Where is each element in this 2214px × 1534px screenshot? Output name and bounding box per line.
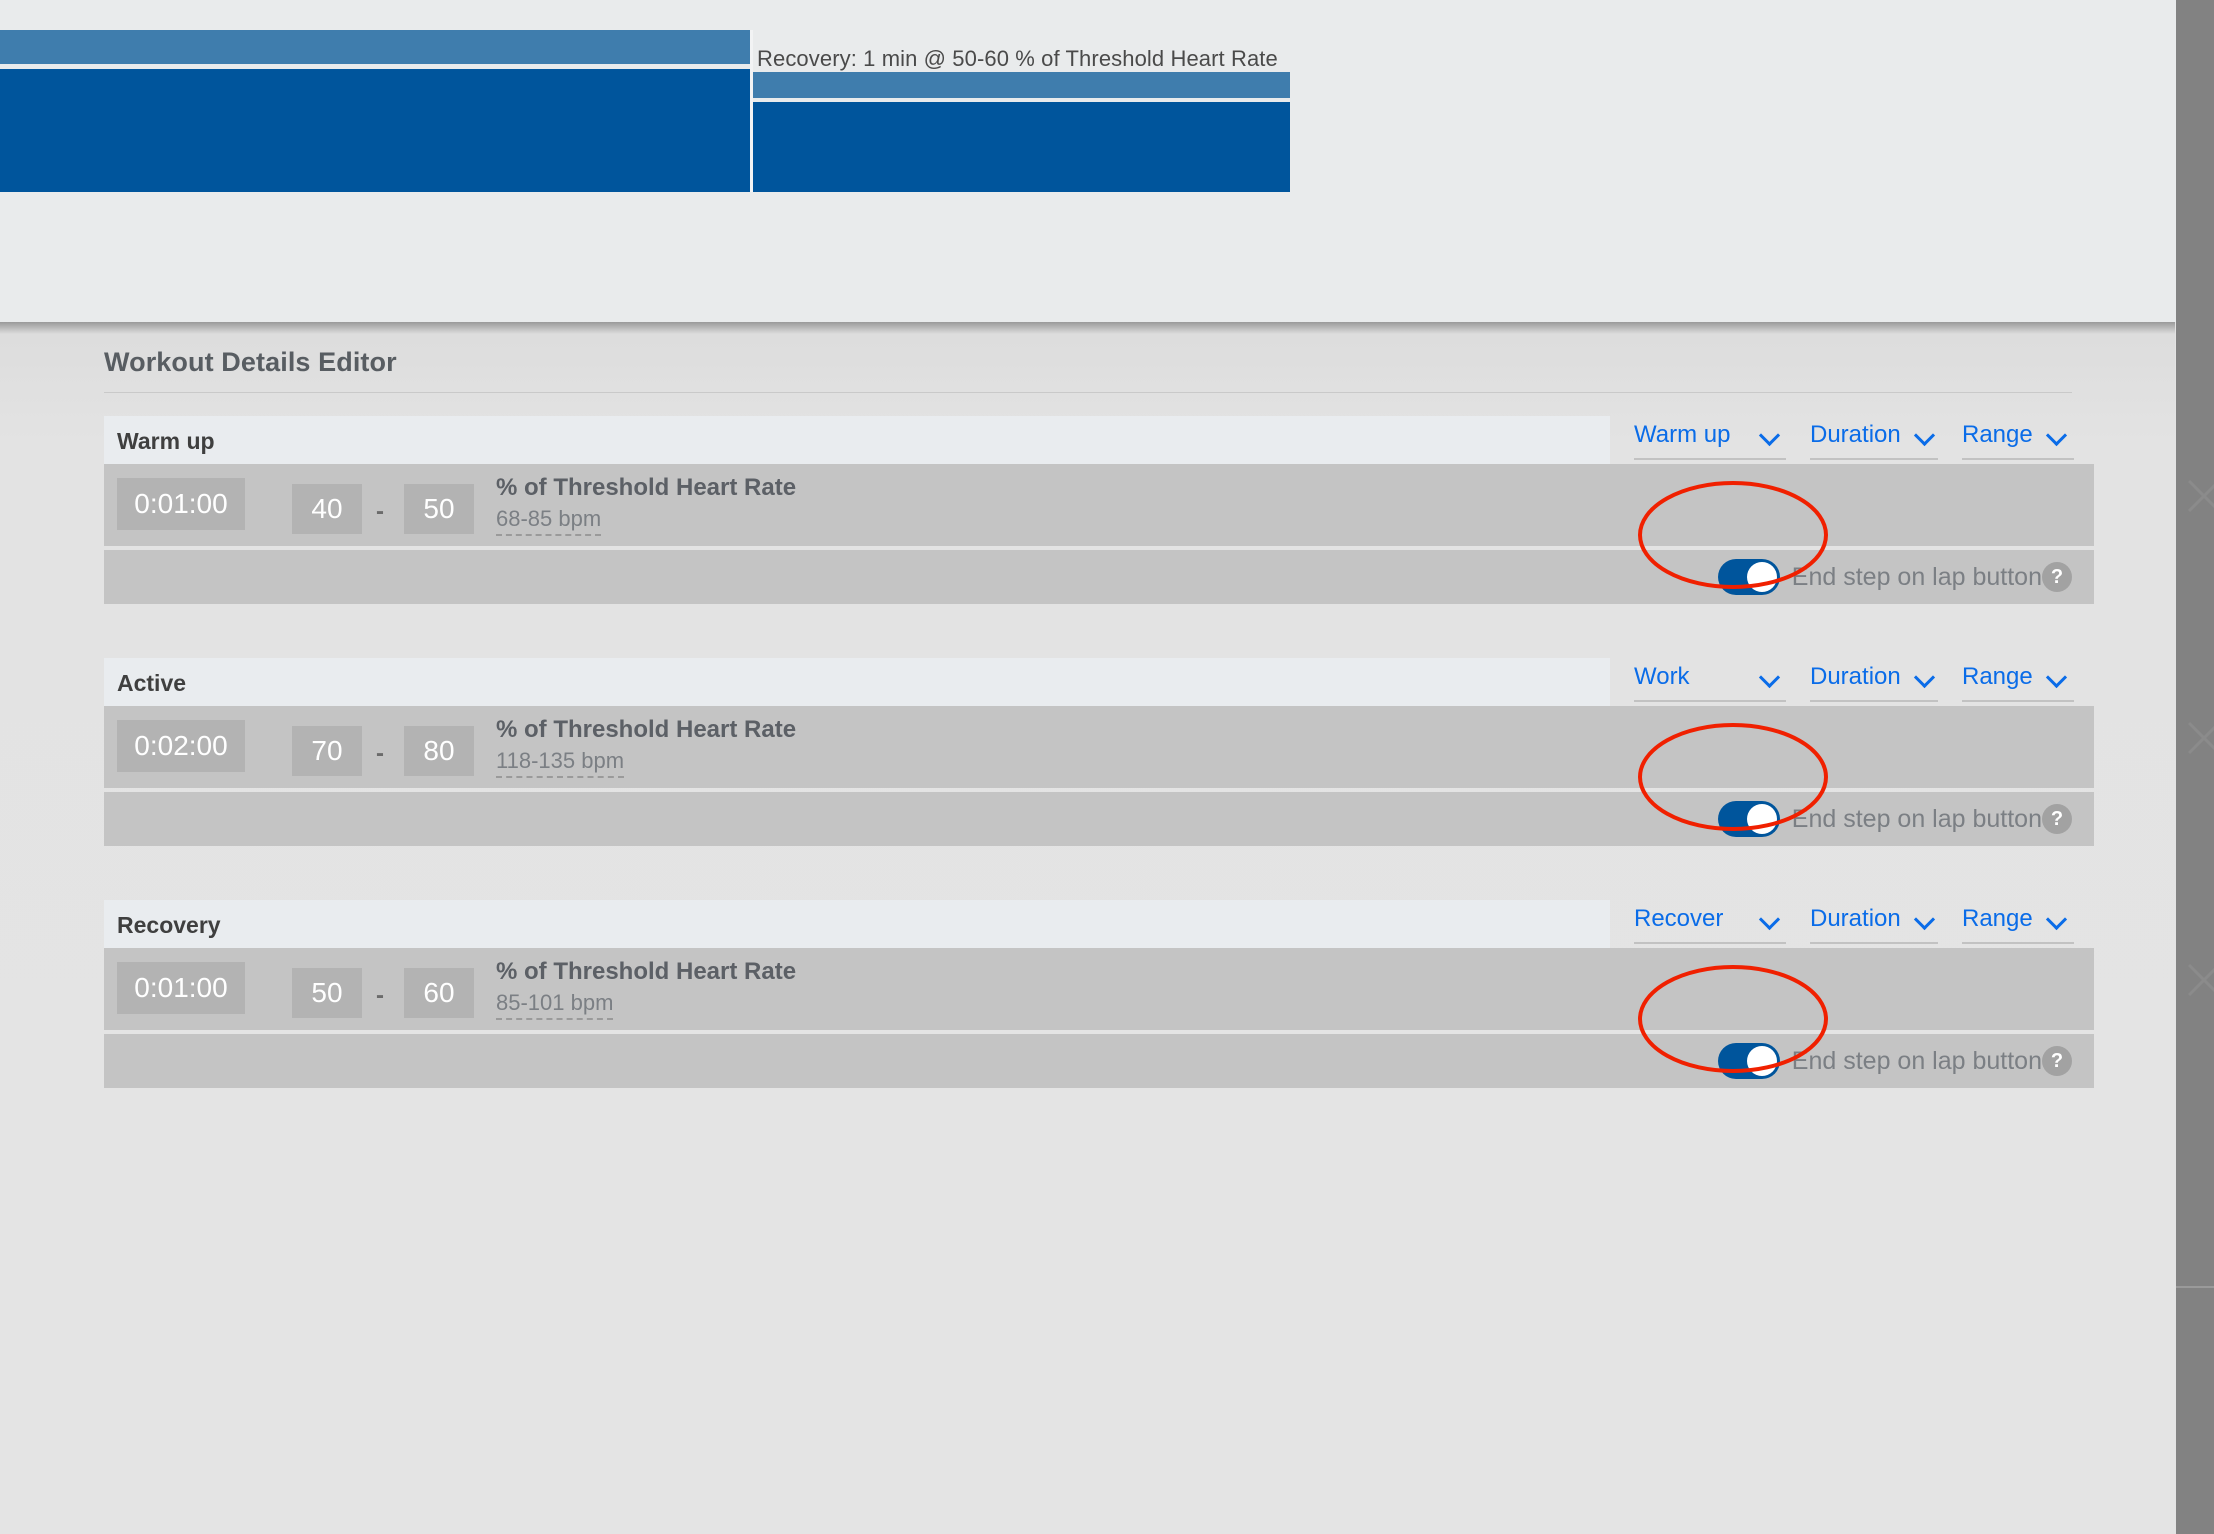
step-type-label: Warm up	[1634, 421, 1731, 448]
chart-tooltip: Recovery: 1 min @ 50-60 % of Threshold H…	[757, 46, 1278, 71]
step-values-row: 0:02:00 70 - 80 % of Threshold Heart Rat…	[104, 706, 2094, 788]
chevron-down-icon	[1760, 909, 1780, 929]
intensity-high-input[interactable]: 60	[404, 968, 474, 1018]
step-target-select[interactable]: Range	[1962, 416, 2074, 460]
intensity-unit-label: % of Threshold Heart Rate	[496, 958, 797, 985]
bar-cap	[753, 72, 1290, 98]
step-type-label: Recover	[1634, 905, 1724, 932]
bar-cap	[0, 30, 750, 64]
intensity-bpm-value[interactable]: 118-135 bpm	[496, 749, 625, 779]
step-target-select[interactable]: Range	[1962, 900, 2074, 944]
lap-toggle-group: End step on lap button ?	[1717, 559, 2072, 595]
step-duration-select[interactable]: Duration	[1810, 900, 1938, 944]
intensity-low-input[interactable]: 70	[292, 726, 362, 776]
range-dash: -	[376, 982, 384, 1009]
toggle-knob	[1746, 562, 1777, 592]
remove-step-button[interactable]	[2182, 958, 2214, 1002]
range-dash: -	[376, 498, 384, 525]
step-header: Warm up	[104, 416, 1610, 464]
remove-step-button[interactable]	[2182, 474, 2214, 518]
chevron-down-icon	[1760, 425, 1780, 445]
toggle-knob	[1746, 804, 1777, 834]
intensity-low-input[interactable]: 40	[292, 484, 362, 534]
remove-step-button[interactable]	[2182, 716, 2214, 760]
step-header-label: Warm up	[117, 428, 215, 454]
question-mark-icon[interactable]: ?	[2042, 1046, 2072, 1076]
step-type-select[interactable]: Warm up	[1634, 416, 1786, 460]
chevron-down-icon	[1915, 909, 1935, 929]
title-divider	[104, 392, 2072, 393]
chevron-down-icon	[1915, 667, 1935, 687]
step-select-group: Warm up Duration Range	[1610, 416, 2074, 464]
step-type-select[interactable]: Work	[1634, 658, 1786, 702]
lap-toggle-label: End step on lap button	[1791, 562, 2042, 591]
step-type-label: Work	[1634, 663, 1690, 690]
strip-occluder-top	[2140, 0, 2176, 322]
lap-toggle-group: End step on lap button ?	[1717, 801, 2072, 837]
intensity-bpm-value[interactable]: 85-101 bpm	[496, 991, 614, 1021]
step-target-label: Range	[1962, 905, 2033, 932]
step-header: Recovery	[104, 900, 1610, 948]
step-header-label: Active	[117, 670, 187, 696]
chevron-down-icon	[2047, 909, 2067, 929]
end-step-on-lap-toggle[interactable]	[1717, 1043, 1780, 1079]
question-mark-icon[interactable]: ?	[2042, 562, 2072, 592]
end-step-on-lap-toggle[interactable]	[1717, 559, 1780, 595]
chevron-down-icon	[1915, 425, 1935, 445]
app-root: Recovery: 1 min @ 50-60 % of Threshold H…	[0, 0, 2214, 1534]
chevron-down-icon	[1760, 667, 1780, 687]
intensity-high-input[interactable]: 50	[404, 484, 474, 534]
chevron-down-icon	[2047, 667, 2067, 687]
intensity-unit-label: % of Threshold Heart Rate	[496, 474, 797, 501]
page-title: Workout Details Editor	[104, 347, 397, 377]
bar-body	[753, 102, 1290, 192]
workout-bar-active[interactable]	[0, 30, 750, 192]
step-target-select[interactable]: Range	[1962, 658, 2074, 702]
workout-bar-recovery[interactable]	[753, 72, 1290, 192]
lap-toggle-label: End step on lap button	[1791, 1046, 2042, 1075]
step-duration-select[interactable]: Duration	[1810, 658, 1938, 702]
workout-details-editor: Warm up Warm up Duration Range 0:01:00 4…	[0, 322, 2214, 1534]
intensity-unit-label: % of Threshold Heart Rate	[496, 716, 797, 743]
step-target-label: Range	[1962, 421, 2033, 448]
step-header-label: Recovery	[117, 912, 221, 938]
duration-input[interactable]: 0:01:00	[117, 962, 245, 1014]
toggle-knob	[1746, 1046, 1777, 1076]
question-mark-icon[interactable]: ?	[2042, 804, 2072, 834]
workout-graph: Recovery: 1 min @ 50-60 % of Threshold H…	[0, 0, 2175, 322]
step-duration-label: Duration	[1810, 663, 1901, 690]
step-duration-select[interactable]: Duration	[1810, 416, 1938, 460]
step-lap-row: End step on lap button ?	[104, 550, 2094, 604]
bar-body	[0, 69, 750, 192]
intensity-low-input[interactable]: 50	[292, 968, 362, 1018]
duration-input[interactable]: 0:01:00	[117, 478, 245, 530]
step-duration-label: Duration	[1810, 905, 1901, 932]
range-dash: -	[376, 740, 384, 767]
step-lap-row: End step on lap button ?	[104, 792, 2094, 846]
step-lap-row: End step on lap button ?	[104, 1034, 2094, 1088]
step-values-row: 0:01:00 50 - 60 % of Threshold Heart Rat…	[104, 948, 2094, 1030]
step-type-select[interactable]: Recover	[1634, 900, 1786, 944]
duration-input[interactable]: 0:02:00	[117, 720, 245, 772]
step-header: Active	[104, 658, 1610, 706]
step-duration-label: Duration	[1810, 421, 1901, 448]
step-select-group: Recover Duration Range	[1610, 900, 2074, 948]
step-target-label: Range	[1962, 663, 2033, 690]
intensity-high-input[interactable]: 80	[404, 726, 474, 776]
step-values-row: 0:01:00 40 - 50 % of Threshold Heart Rat…	[104, 464, 2094, 546]
lap-toggle-label: End step on lap button	[1791, 804, 2042, 833]
step-select-group: Work Duration Range	[1610, 658, 2074, 706]
intensity-bpm-value[interactable]: 68-85 bpm	[496, 507, 602, 537]
lap-toggle-group: End step on lap button ?	[1717, 1043, 2072, 1079]
end-step-on-lap-toggle[interactable]	[1717, 801, 1780, 837]
chevron-down-icon	[2047, 425, 2067, 445]
